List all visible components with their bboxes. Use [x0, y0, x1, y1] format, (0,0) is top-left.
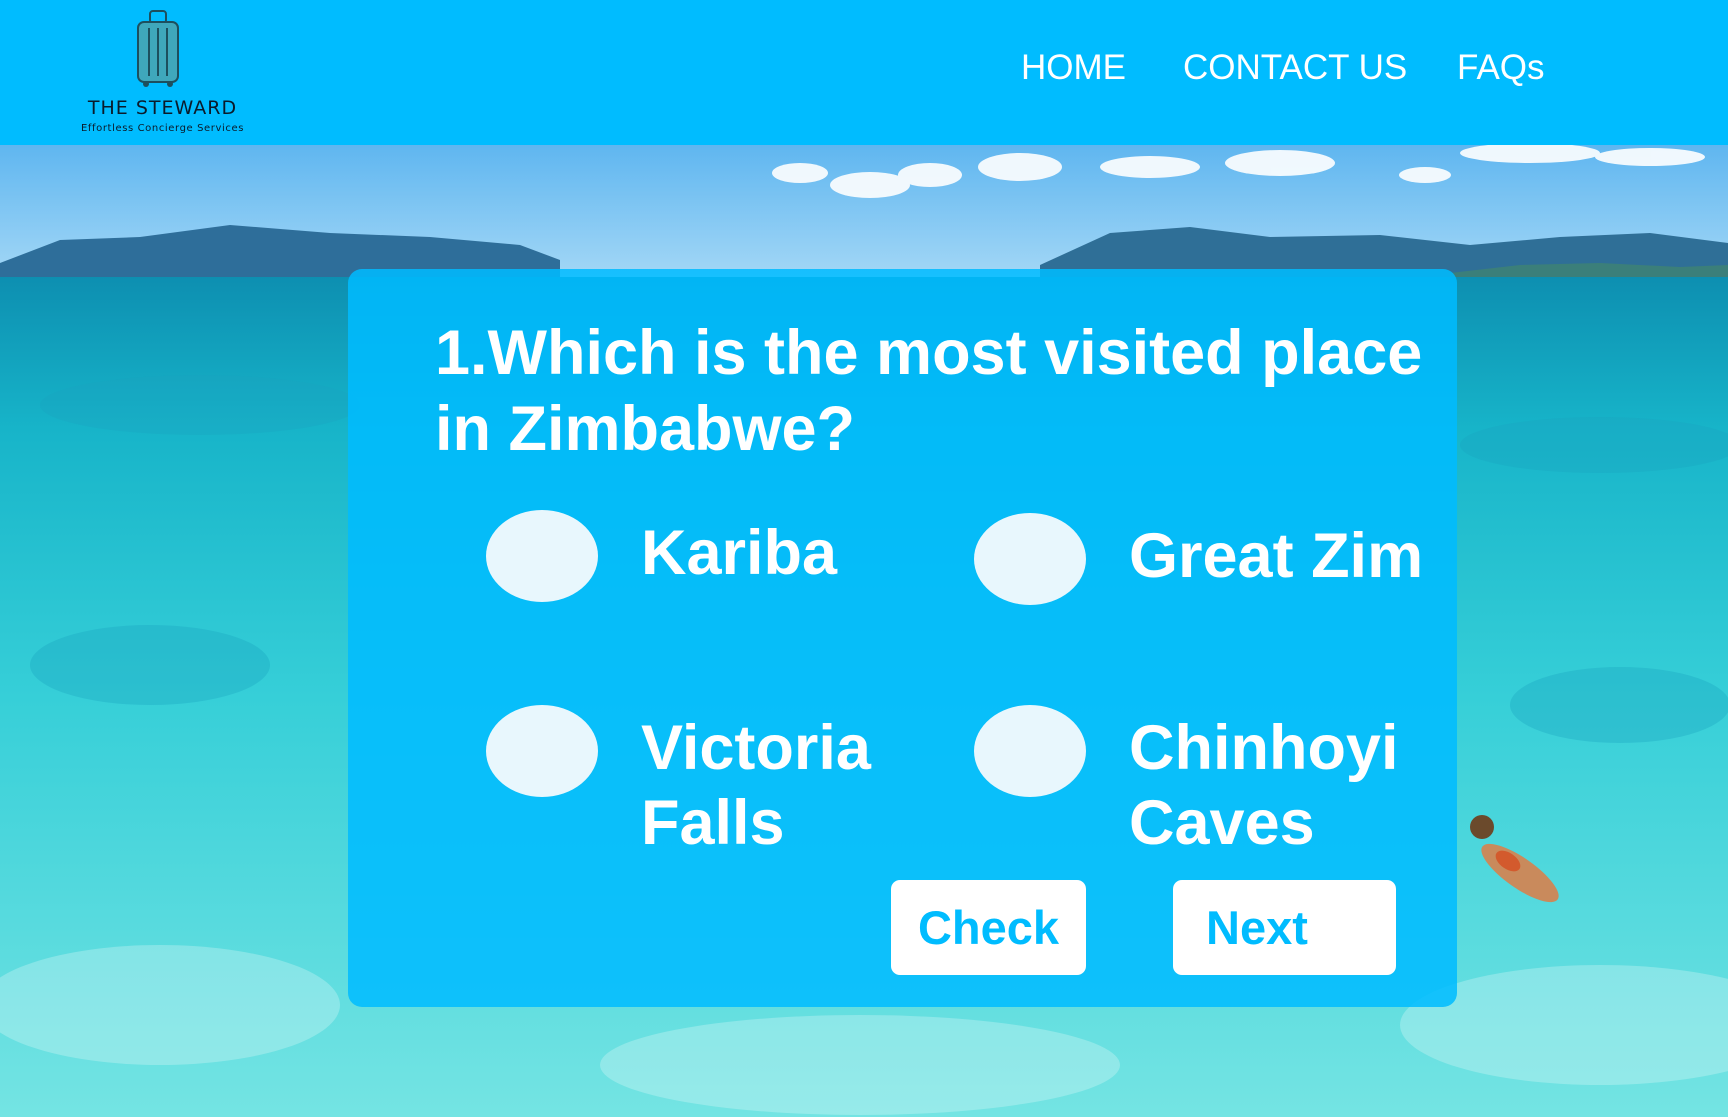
suitcase-icon [137, 10, 179, 87]
quiz-question: 1.Which is the most visited place in Zim… [435, 318, 1423, 464]
option-label-victoria-falls[interactable]: Victoria Falls [641, 711, 901, 861]
check-button[interactable]: Check [891, 880, 1086, 975]
brand-logo[interactable]: THE STEWARD Effortless Concierge Service… [55, 10, 270, 138]
brand-tagline: Effortless Concierge Services [80, 123, 245, 134]
next-button[interactable]: Next [1173, 880, 1396, 975]
brand-name: THE STEWARD [87, 97, 238, 119]
nav-faqs-link[interactable]: FAQs [1457, 48, 1545, 88]
option-label-great-zim[interactable]: Great Zim [1129, 519, 1423, 594]
nav-home-link[interactable]: HOME [1021, 48, 1126, 88]
quiz-card: 1.Which is the most visited place in Zim… [348, 269, 1457, 1007]
option-radio-chinhoyi-caves[interactable] [974, 705, 1086, 797]
option-radio-great-zim[interactable] [974, 513, 1086, 605]
option-label-kariba[interactable]: Kariba [641, 516, 837, 591]
option-label-chinhoyi-caves[interactable]: Chinhoyi Caves [1129, 711, 1429, 861]
option-radio-victoria-falls[interactable] [486, 705, 598, 797]
option-radio-kariba[interactable] [486, 510, 598, 602]
site-header: THE STEWARD Effortless Concierge Service… [0, 0, 1728, 145]
nav-contact-us-link[interactable]: CONTACT US [1183, 48, 1407, 88]
